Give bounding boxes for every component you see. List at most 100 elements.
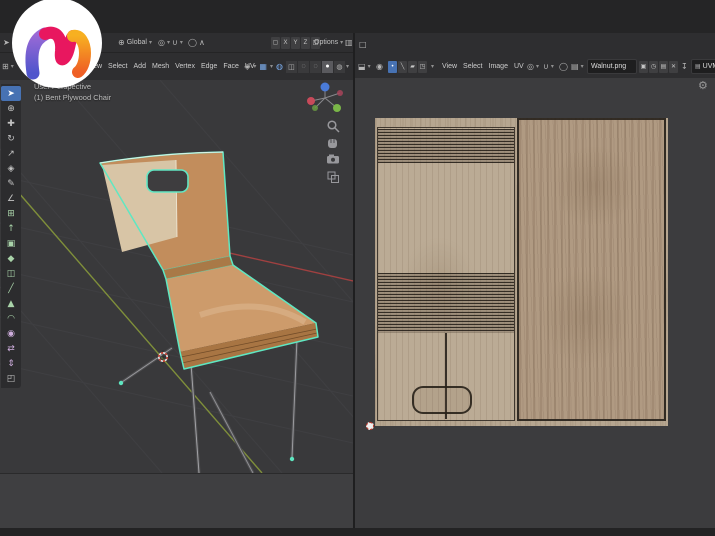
tool-inset-faces[interactable]: ▣ [1, 236, 21, 251]
active-object-text: (1) Bent Plywood Chair [34, 93, 111, 102]
snap-dropdown[interactable]: ∪ ▾ [172, 33, 183, 52]
gizmo-dropdown-icon[interactable]: ◈ [244, 62, 250, 71]
xray-toggle-icon[interactable]: ◫ [286, 61, 297, 73]
tool-loop-cut[interactable]: ◫ [1, 266, 21, 281]
uv-editor-header: ⬓ ▾ ◉ • ╲ ▰ ◳ ▾ View Select Image UV ◎ ▾… [355, 55, 715, 79]
pan-hand-icon[interactable] [328, 139, 337, 148]
pivot-icon: ◎ [158, 38, 165, 47]
chevron-down-icon: ▾ [551, 63, 554, 70]
image-users-icon[interactable]: ◷ [649, 61, 658, 73]
menu-mesh[interactable]: Mesh [149, 63, 172, 70]
menu-vertex[interactable]: Vertex [172, 63, 198, 70]
pivot-point-dropdown[interactable]: ◎ ▾ [158, 33, 170, 52]
uv-mode-edge-button[interactable]: ╲ [398, 61, 407, 73]
uv-proportional-toggle[interactable]: ◯ [559, 55, 568, 78]
tool-edge-slide[interactable]: ⇄ [1, 341, 21, 356]
tweak-tool-icon[interactable]: ➤ [3, 33, 10, 52]
perspective-toggle-icon[interactable] [328, 172, 339, 183]
uv-island-right-panel[interactable] [517, 118, 666, 421]
tool-bevel[interactable]: ◆ [1, 251, 21, 266]
chevron-down-icon: ▾ [368, 63, 371, 70]
uv-menubar: View Select Image UV [439, 55, 527, 78]
uv-select-tool-icon[interactable]: □ [359, 33, 367, 55]
mirror-x-button[interactable]: X [281, 37, 290, 49]
image-name-field[interactable]: Walnut.png [587, 55, 637, 78]
menu-select[interactable]: Select [105, 63, 130, 70]
tool-scale[interactable]: ↗ [1, 146, 21, 161]
uv-select-tool-glyph: □ [359, 40, 367, 49]
proportional-icon: ◯ [559, 62, 568, 71]
tool-move[interactable]: ✚ [1, 116, 21, 131]
mirror-z-button[interactable]: Z [301, 37, 310, 49]
empty-area-below-viewport [0, 474, 353, 528]
uv-2d-cursor[interactable] [366, 422, 374, 430]
gear-icon[interactable]: ⚙ [698, 79, 708, 92]
pin-icon: ↧ [681, 62, 688, 71]
uv-pivot-dropdown[interactable]: ◎ ▾ [527, 55, 539, 78]
pin-toggle[interactable]: ↧ [681, 55, 688, 78]
shading-rendered-icon[interactable]: ◍ [334, 61, 345, 73]
mirror-y-button[interactable]: Y [291, 37, 300, 49]
uvmap-list-icon: ▤ [695, 63, 701, 70]
tool-knife[interactable]: ╱ [1, 281, 21, 296]
uv-menu-uv[interactable]: UV [511, 63, 527, 70]
uv-mode-vertex-button[interactable]: • [388, 61, 397, 73]
grid-rows-icon[interactable]: ▥ [345, 33, 353, 52]
viewport-3d-canvas[interactable]: ➤ ⊕ ✚ ↻ ↗ ◈ ✎ ∠ ⊞ ↑ ▣ ◆ ◫ ╱ ▲ ◠ ◉ ⇄ ⇕ ◰ … [0, 80, 353, 474]
tool-extrude-region[interactable]: ↑ [1, 221, 21, 236]
mirror-icon[interactable]: ▢ [271, 37, 280, 49]
magnet-icon: ∪ [543, 62, 549, 71]
shading-material-icon[interactable]: ● [322, 61, 333, 73]
tool-rotate[interactable]: ↻ [1, 131, 21, 146]
uv-island-shell[interactable] [377, 127, 515, 421]
tool-smooth[interactable]: ◉ [1, 326, 21, 341]
uv-snap-dropdown[interactable]: ∪ ▾ [543, 55, 554, 78]
uv-editor-icon: ⬓ [358, 62, 366, 71]
uv-mode-island-button[interactable]: ◳ [418, 61, 427, 73]
uv-editor-type-dropdown[interactable]: ⬓ ▾ [358, 55, 371, 78]
editor-3d-icon: ⊞ [2, 62, 9, 71]
new-image-button[interactable]: ▣ [639, 61, 648, 73]
axis-y-ball [333, 104, 341, 112]
zoom-icon[interactable] [328, 121, 339, 132]
shading-wireframe-icon[interactable]: ◌ [298, 61, 309, 73]
viewport-scene [0, 80, 353, 473]
uv-sync-toggle[interactable]: ◉ [376, 55, 383, 78]
tool-measure[interactable]: ∠ [1, 191, 21, 206]
navigation-gizmo[interactable] [307, 83, 343, 113]
uv-editor-canvas[interactable]: ⚙ [355, 78, 715, 528]
sticky-selection-dropdown[interactable]: ▾ [431, 55, 434, 78]
tool-add-cube[interactable]: ⊞ [1, 206, 21, 221]
show-overlays-icon[interactable]: ◍ [276, 62, 283, 71]
image-browse-dropdown[interactable]: ▤ ▾ [571, 55, 584, 78]
tool-annotate[interactable]: ✎ [1, 176, 21, 191]
falloff-icon: ∧ [199, 38, 205, 47]
tool-shrink-fatten[interactable]: ⇕ [1, 356, 21, 371]
menu-face[interactable]: Face [220, 63, 242, 70]
tool-poly-build[interactable]: ▲ [1, 296, 21, 311]
tool-cursor[interactable]: ⊕ [1, 101, 21, 116]
tool-spin[interactable]: ◠ [1, 311, 21, 326]
uv-tool-settings-bar: □ [355, 33, 715, 55]
uv-handle-island[interactable] [412, 386, 472, 414]
axis-x-ball [307, 97, 315, 105]
camera-view-icon[interactable] [327, 155, 339, 164]
menu-add[interactable]: Add [131, 63, 149, 70]
unlink-image-button[interactable]: ✕ [669, 61, 678, 73]
options-dropdown[interactable]: Options ▾ [314, 33, 343, 52]
shading-solid-icon[interactable]: ◌ [310, 61, 321, 73]
open-image-button[interactable]: ▤ [659, 61, 668, 73]
tool-rip-region[interactable]: ◰ [1, 371, 21, 386]
chevron-down-icon: ▾ [180, 39, 183, 46]
uv-menu-select[interactable]: Select [460, 63, 485, 70]
uvmap-selector[interactable]: ▤ UVMap [691, 55, 715, 78]
uv-mode-face-button[interactable]: ▰ [408, 61, 417, 73]
uv-menu-view[interactable]: View [439, 63, 460, 70]
menu-edge[interactable]: Edge [198, 63, 220, 70]
transform-orientation-dropdown[interactable]: ⊕ Global ▾ [118, 33, 152, 52]
chevron-down-icon: ▾ [581, 63, 584, 70]
show-gizmo-icon[interactable]: ▦ [259, 62, 267, 71]
proportional-editing-toggle[interactable]: ◯ ∧ [188, 33, 205, 52]
uv-menu-image[interactable]: Image [486, 63, 511, 70]
tool-transform[interactable]: ◈ [1, 161, 21, 176]
